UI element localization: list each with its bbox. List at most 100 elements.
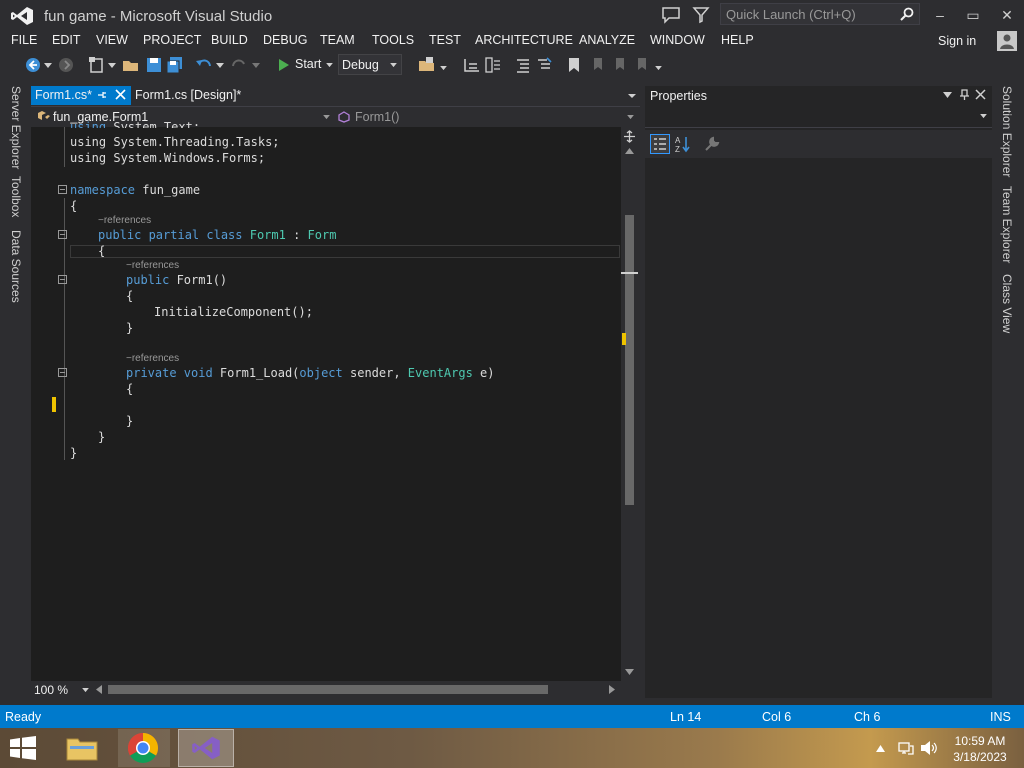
menu-project[interactable]: PROJECT (143, 33, 201, 47)
tab-form1-cs[interactable]: Form1.cs* (31, 86, 131, 105)
member-dropdown[interactable]: Form1() (336, 108, 638, 126)
save-icon[interactable] (145, 56, 163, 74)
menu-edit[interactable]: EDIT (52, 33, 80, 47)
quick-launch-box[interactable]: Quick Launch (Ctrl+Q) (720, 3, 920, 25)
server-explorer-tab[interactable]: Server Explorer (9, 86, 23, 169)
class-view-tab[interactable]: Class View (1000, 274, 1014, 333)
outline-line (64, 243, 65, 443)
configuration-value: Debug (342, 58, 379, 72)
horizontal-scroll-thumb[interactable] (108, 685, 548, 694)
close-button[interactable]: ✕ (992, 3, 1022, 27)
zoom-level[interactable]: 100 % (34, 683, 68, 697)
code-line: { (126, 382, 134, 396)
windows-start-icon[interactable] (9, 736, 37, 760)
scroll-down-icon[interactable] (625, 669, 634, 675)
show-hidden-icons-icon[interactable] (876, 745, 885, 752)
menu-help[interactable]: HELP (721, 33, 754, 47)
codelens-references[interactable]: −references (98, 215, 151, 226)
solution-explorer-tab[interactable]: Solution Explorer (1000, 86, 1014, 177)
menu-tools[interactable]: TOOLS (372, 33, 414, 47)
panel-menu-icon[interactable] (943, 92, 952, 98)
comment-lines-icon[interactable] (514, 56, 532, 74)
left-tool-strip (0, 80, 30, 705)
split-editor-icon[interactable] (623, 130, 636, 143)
menu-team[interactable]: TEAM (320, 33, 355, 47)
next-bookmark-icon[interactable] (610, 56, 628, 74)
class-icon (38, 111, 50, 120)
pin-icon[interactable] (97, 90, 107, 100)
bookmark-icon[interactable] (565, 56, 583, 74)
step-into-icon[interactable] (463, 56, 481, 74)
menu-architecture[interactable]: ARCHITECTURE (475, 33, 573, 47)
open-folder-icon[interactable] (122, 56, 140, 74)
menu-file[interactable]: FILE (11, 33, 37, 47)
visual-studio-icon (192, 736, 220, 760)
navigate-forward-icon[interactable] (57, 56, 75, 74)
maximize-button[interactable]: ▭ (958, 3, 988, 27)
play-icon (279, 59, 289, 71)
toolbox-tab[interactable]: Toolbox (9, 176, 23, 217)
find-in-files-icon[interactable] (418, 56, 436, 74)
object-selector[interactable] (645, 106, 992, 128)
tab-list-dropdown-icon[interactable] (624, 88, 640, 104)
user-avatar-icon[interactable] (997, 31, 1017, 51)
categorized-icon[interactable] (650, 134, 670, 154)
collapse-class-toggle[interactable] (58, 230, 67, 239)
clear-bookmarks-icon[interactable] (632, 56, 650, 74)
solution-configuration-select[interactable]: Debug (338, 54, 402, 75)
minimize-button[interactable]: – (925, 3, 955, 27)
scroll-up-icon[interactable] (625, 148, 634, 154)
chevron-down-icon[interactable] (108, 63, 116, 69)
undo-icon[interactable] (195, 56, 213, 74)
team-explorer-tab[interactable]: Team Explorer (1000, 186, 1014, 263)
property-pages-icon[interactable] (703, 135, 721, 153)
data-sources-tab[interactable]: Data Sources (9, 230, 23, 303)
sign-in-link[interactable]: Sign in (938, 34, 976, 48)
chevron-down-icon[interactable] (44, 63, 52, 69)
codelens-references[interactable]: −references (126, 353, 179, 364)
chevron-down-icon[interactable] (216, 63, 224, 69)
menu-test[interactable]: TEST (429, 33, 461, 47)
menu-build[interactable]: BUILD (211, 33, 248, 47)
save-all-icon[interactable] (166, 56, 184, 74)
code-editor[interactable] (31, 127, 621, 681)
menu-view[interactable]: VIEW (96, 33, 128, 47)
menu-debug[interactable]: DEBUG (263, 33, 307, 47)
step-over-icon[interactable] (484, 56, 502, 74)
chevron-down-icon[interactable] (252, 63, 260, 69)
file-explorer-taskbar-button[interactable] (60, 729, 104, 767)
close-panel-icon[interactable] (975, 89, 986, 100)
collapse-constructor-toggle[interactable] (58, 275, 67, 284)
tab-form1-design[interactable]: Form1.cs [Design]* (131, 86, 271, 105)
system-clock[interactable]: 10:59 AM 3/18/2023 (950, 733, 1010, 765)
uncomment-lines-icon[interactable] (535, 56, 553, 74)
codelens-references[interactable]: −references (126, 260, 179, 271)
filter-icon[interactable] (690, 5, 712, 25)
feedback-icon[interactable] (660, 5, 682, 25)
close-tab-icon[interactable] (115, 89, 126, 100)
network-icon[interactable] (898, 740, 914, 756)
tab-label: Form1.cs* (35, 88, 92, 102)
new-project-icon[interactable] (88, 56, 106, 74)
redo-icon[interactable] (230, 56, 248, 74)
visual-studio-taskbar-button[interactable] (178, 729, 234, 767)
status-insert-mode: INS (990, 710, 1011, 724)
sort-alphabetical-icon[interactable]: AZ (674, 135, 692, 153)
collapse-method-toggle[interactable] (58, 368, 67, 377)
previous-bookmark-icon[interactable] (588, 56, 606, 74)
volume-icon[interactable] (920, 740, 938, 756)
pin-icon[interactable] (959, 89, 970, 101)
toolbar-overflow-icon[interactable] (655, 66, 662, 71)
scroll-left-icon[interactable] (96, 685, 102, 694)
menu-window[interactable]: WINDOW (650, 33, 705, 47)
navigate-back-icon[interactable] (24, 56, 42, 74)
menu-analyze[interactable]: ANALYZE (579, 33, 635, 47)
chevron-down-icon[interactable] (82, 688, 89, 693)
vertical-scroll-thumb[interactable] (625, 215, 634, 505)
chrome-taskbar-button[interactable] (118, 729, 170, 767)
scroll-right-icon[interactable] (609, 685, 615, 694)
collapse-namespace-toggle[interactable] (58, 185, 67, 194)
chrome-icon (127, 733, 159, 764)
chevron-down-icon (323, 115, 330, 120)
chevron-down-icon[interactable] (440, 66, 447, 71)
